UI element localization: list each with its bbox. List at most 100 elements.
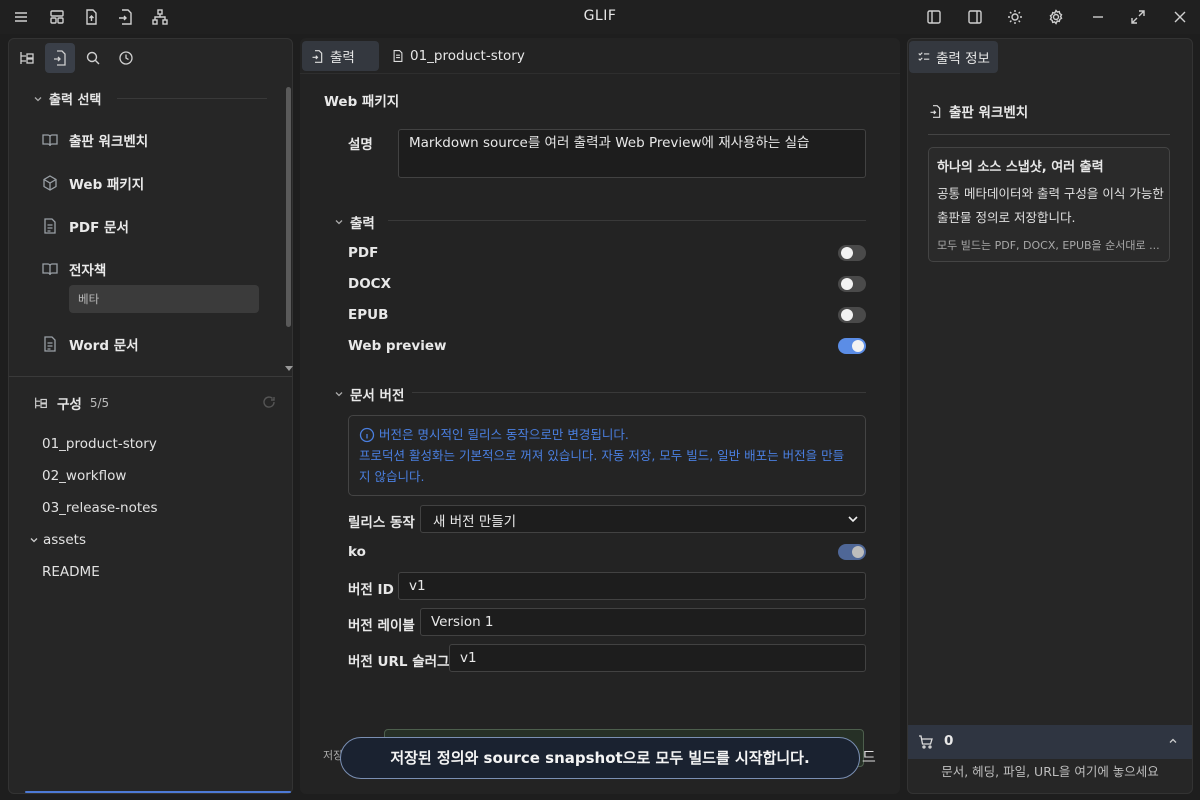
cart-icon — [918, 734, 934, 750]
output-docx-toggle[interactable] — [838, 276, 866, 292]
file-text-icon — [41, 217, 59, 235]
release-action-select[interactable]: 새 버전 만들기 — [420, 505, 866, 533]
output-select-header[interactable]: 출력 선택 — [33, 89, 101, 108]
version-slug-input[interactable] — [449, 644, 866, 672]
refresh-icon[interactable] — [261, 394, 277, 410]
version-header[interactable]: 문서 버전 — [334, 384, 404, 404]
output-file-icon — [928, 104, 943, 119]
output-file-icon[interactable] — [45, 43, 75, 73]
output-web-preview-label: Web preview — [348, 338, 447, 354]
package-icon — [41, 174, 59, 192]
version-slug-label: 버전 URL 슬러그 — [348, 654, 450, 670]
chevron-down-icon — [29, 535, 39, 545]
cart-bar[interactable]: 0 — [908, 725, 1192, 759]
left-sidebar: 출력 선택 출판 워크벤치 Web 패키지 PDF 문서 전자책 베타 Word… — [8, 38, 293, 794]
info-line: 버전은 명시적인 릴리스 동작으로만 변경됩니다. — [379, 427, 629, 442]
drop-zone-hint: 문서, 헤딩, 파일, URL을 여기에 놓으세요 — [941, 764, 1159, 779]
version-id-input[interactable] — [398, 572, 866, 600]
output-epub-label: EPUB — [348, 307, 389, 323]
divider — [117, 98, 267, 99]
history-icon[interactable] — [111, 43, 141, 73]
card-note: 모두 빌드는 PDF, DOCX, EPUB을 순서대로 ... — [937, 239, 1160, 252]
chevron-down-icon — [334, 389, 344, 399]
description-label: 설명 — [348, 137, 373, 153]
sun-icon[interactable] — [1005, 7, 1025, 27]
output-epub-toggle[interactable] — [838, 307, 866, 323]
version-id-label: 버전 ID — [348, 582, 394, 598]
nav-item-publishing-workbench[interactable]: 출판 워크벤치 — [41, 118, 281, 161]
search-icon[interactable] — [78, 43, 108, 73]
right-header: 출판 워크벤치 — [928, 101, 1028, 121]
cart-count: 0 — [944, 733, 954, 749]
config-header: 구성 5/5 — [33, 393, 109, 413]
nav-item-web-package[interactable]: Web 패키지 — [41, 161, 281, 204]
gear-icon[interactable] — [1046, 7, 1066, 27]
output-docx-label: DOCX — [348, 276, 391, 292]
version-label-input[interactable] — [420, 608, 866, 636]
section-title: Web 패키지 — [324, 94, 400, 110]
locale-toggle[interactable] — [838, 544, 866, 560]
scrollbar-thumb[interactable] — [286, 87, 291, 327]
tree-item-product-story[interactable]: 01_product-story — [42, 436, 157, 452]
file-text-icon — [391, 49, 405, 63]
tree-item-release-notes[interactable]: 03_release-notes — [42, 500, 157, 516]
toast-notification: 저장된 정의와 source snapshot으로 모두 빌드를 시작합니다. — [340, 737, 860, 779]
toggle-right-sidebar-icon[interactable] — [965, 7, 985, 27]
minimize-icon[interactable] — [1088, 7, 1108, 27]
version-info-box: 버전은 명시적인 릴리스 동작으로만 변경됩니다. 프로덕션 활성화는 기본적으… — [348, 415, 866, 496]
locale-label: ko — [348, 544, 366, 560]
info-icon — [359, 427, 375, 443]
output-web-preview-toggle[interactable] — [838, 338, 866, 354]
chevron-up-icon[interactable] — [1168, 736, 1178, 746]
divider — [388, 220, 866, 221]
section-title: 출력 선택 — [49, 93, 102, 108]
chevron-down-icon — [334, 217, 344, 227]
output-pdf-label: PDF — [348, 245, 379, 261]
checklist-icon — [917, 50, 931, 64]
tree-item-readme[interactable]: README — [42, 564, 100, 580]
divider — [412, 392, 866, 393]
beta-badge: 베타 — [69, 285, 259, 313]
divider — [928, 134, 1170, 135]
footer-right-text: 드 — [862, 748, 876, 766]
nav-item-ebook[interactable]: 전자책 — [41, 247, 281, 290]
sitemap-icon[interactable] — [150, 7, 170, 27]
layout-icon[interactable] — [47, 7, 67, 27]
card-body: 공통 메타데이터와 출력 구성을 이식 가능한 출판물 정의로 저장합니다. — [937, 186, 1164, 225]
maximize-icon[interactable] — [1128, 7, 1148, 27]
menu-icon[interactable] — [11, 7, 31, 27]
info-detail: 프로덕션 활성화는 기본적으로 꺼져 있습니다. 자동 저장, 모두 빌드, 일… — [359, 448, 845, 484]
output-file-icon — [310, 49, 325, 64]
description-textarea[interactable]: Markdown source를 여러 출력과 Web Preview에 재사용… — [398, 129, 866, 178]
book-open-icon — [41, 131, 59, 149]
upload-file-icon[interactable] — [81, 7, 101, 27]
tab-output-info[interactable]: 출력 정보 — [909, 41, 998, 73]
export-file-icon[interactable] — [115, 7, 135, 27]
main-editor: 출력 01_product-story Web 패키지 설명 Markdown … — [300, 38, 900, 794]
outputs-header[interactable]: 출력 — [334, 212, 375, 232]
active-indicator — [25, 791, 291, 793]
tab-product-story[interactable]: 01_product-story — [383, 41, 533, 71]
config-title: 구성 — [57, 397, 82, 413]
tree-item-workflow[interactable]: 02_workflow — [42, 468, 126, 484]
tree-folder-assets[interactable]: assets — [29, 532, 86, 548]
right-sidebar: 출력 정보 출판 워크벤치 하나의 소스 스냅샷, 여러 출력 공통 메타데이터… — [907, 38, 1193, 794]
toggle-left-sidebar-icon[interactable] — [924, 7, 944, 27]
release-action-label: 릴리스 동작 — [348, 515, 415, 531]
title-bar: GLIF — [0, 0, 1200, 34]
card-title: 하나의 소스 스냅샷, 여러 출력 — [937, 160, 1104, 175]
divider — [300, 73, 900, 74]
chevron-down-icon — [33, 94, 43, 104]
nav-item-pdf-document[interactable]: PDF 문서 — [41, 204, 281, 247]
config-count: 5/5 — [89, 396, 110, 410]
scroll-down-arrow-icon[interactable] — [285, 366, 293, 371]
info-card: 하나의 소스 스냅샷, 여러 출력 공통 메타데이터와 출력 구성을 이식 가능… — [928, 147, 1170, 262]
version-label-label: 버전 레이블 — [348, 618, 415, 634]
output-pdf-toggle[interactable] — [838, 245, 866, 261]
close-icon[interactable] — [1170, 7, 1190, 27]
tree-view-icon[interactable] — [12, 43, 42, 73]
output-nav-list: 출판 워크벤치 Web 패키지 PDF 문서 전자책 — [41, 118, 281, 290]
divider — [9, 376, 292, 377]
nav-item-word-document[interactable]: Word 문서 — [41, 322, 281, 365]
tab-output[interactable]: 출력 — [302, 41, 379, 71]
